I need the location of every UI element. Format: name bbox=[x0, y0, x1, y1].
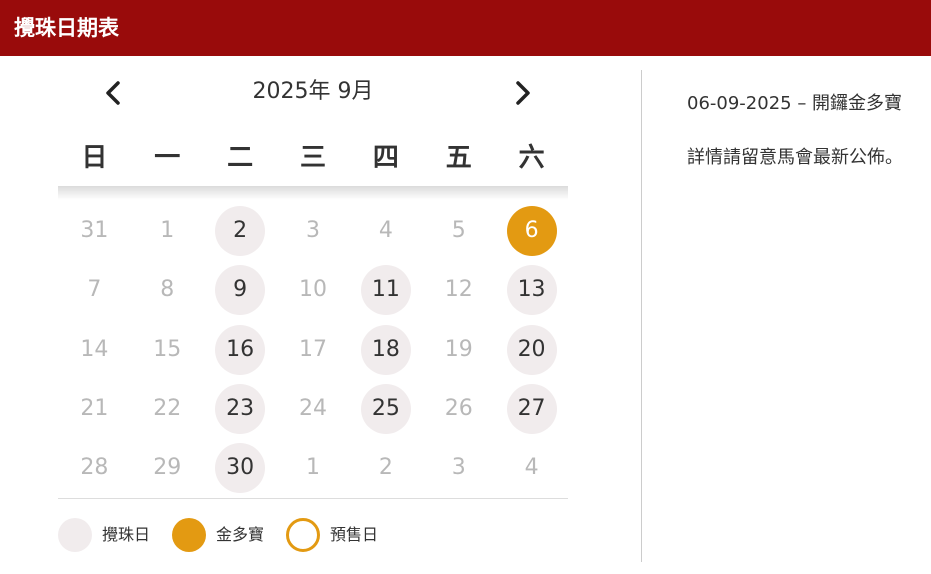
top-bar: 攪珠日期表 bbox=[0, 0, 931, 56]
calendar-day: 4 bbox=[378, 218, 393, 243]
calendar-day: 5 bbox=[451, 218, 466, 243]
vertical-divider bbox=[641, 70, 642, 562]
calendar-day: 12 bbox=[444, 277, 473, 303]
calendar-day: 2 bbox=[378, 455, 393, 480]
event-title: 06-09-2025 – 開鑼金多寶 bbox=[687, 93, 903, 114]
weekday-label: 五 bbox=[445, 143, 472, 173]
calendar-day: 14 bbox=[80, 336, 109, 362]
calendar-day: 1 bbox=[160, 218, 175, 243]
legend-swatch-presale bbox=[286, 518, 320, 552]
chevron-left-icon bbox=[106, 81, 120, 105]
legend-swatch-jackpot bbox=[172, 518, 206, 552]
calendar-day: 4 bbox=[524, 455, 539, 480]
calendar-day: 31 bbox=[80, 218, 109, 243]
calendar-day: 24 bbox=[299, 395, 327, 421]
calendar-day: 15 bbox=[153, 336, 182, 362]
calendar-day-draw[interactable]: 9 bbox=[215, 265, 266, 316]
chevron-right-icon bbox=[516, 81, 530, 105]
weekday-label: 六 bbox=[518, 143, 545, 173]
calendar-day-draw[interactable]: 27 bbox=[506, 383, 557, 434]
calendar-day: 22 bbox=[153, 395, 182, 421]
weekday-header: 日一二三四五六 bbox=[58, 140, 568, 176]
next-month-button[interactable] bbox=[507, 78, 537, 108]
event-note: 詳情請留意馬會最新公佈。 bbox=[687, 147, 903, 168]
weekday-label: 四 bbox=[372, 143, 399, 173]
weekday-label: 三 bbox=[299, 143, 326, 173]
calendar-day: 1 bbox=[306, 455, 320, 480]
legend-label: 預售日 bbox=[330, 525, 379, 544]
calendar-day-draw[interactable]: 11 bbox=[360, 265, 411, 316]
calendar-day-draw[interactable]: 23 bbox=[215, 383, 266, 434]
calendar-day-draw[interactable]: 25 bbox=[360, 383, 411, 434]
calendar-day: 10 bbox=[299, 277, 327, 303]
calendar-day-jackpot[interactable]: 6 bbox=[506, 206, 557, 256]
prev-month-button[interactable] bbox=[99, 78, 129, 108]
page-title: 攪珠日期表 bbox=[14, 16, 119, 40]
month-label: 2025年 9月 bbox=[252, 79, 374, 104]
calendar-day: 7 bbox=[87, 277, 102, 303]
weekday-label: 一 bbox=[154, 143, 181, 173]
weekday-label: 日 bbox=[81, 143, 108, 173]
grid-divider bbox=[58, 498, 568, 499]
legend-label: 攪珠日 bbox=[102, 525, 151, 544]
calendar-day: 21 bbox=[80, 395, 109, 421]
calendar-day-draw[interactable]: 30 bbox=[215, 443, 266, 493]
header-shadow bbox=[58, 186, 568, 200]
weekday-label: 二 bbox=[227, 143, 254, 173]
calendar-day: 26 bbox=[444, 395, 473, 421]
calendar-day-draw[interactable]: 2 bbox=[215, 206, 266, 256]
calendar-day-draw[interactable]: 18 bbox=[360, 324, 411, 375]
calendar-day: 17 bbox=[299, 336, 327, 362]
calendar-day: 3 bbox=[306, 218, 320, 243]
legend-label: 金多寶 bbox=[216, 525, 265, 544]
calendar-day-draw[interactable]: 20 bbox=[506, 324, 557, 375]
calendar-day: 19 bbox=[444, 336, 473, 362]
calendar-day: 29 bbox=[153, 455, 182, 480]
calendar-day: 28 bbox=[80, 455, 109, 480]
calendar-day-draw[interactable]: 13 bbox=[506, 265, 557, 316]
legend-swatch-draw bbox=[58, 518, 92, 552]
calendar-day: 8 bbox=[160, 277, 175, 303]
calendar-day: 3 bbox=[451, 455, 466, 480]
calendar-day-draw[interactable]: 16 bbox=[215, 324, 266, 375]
